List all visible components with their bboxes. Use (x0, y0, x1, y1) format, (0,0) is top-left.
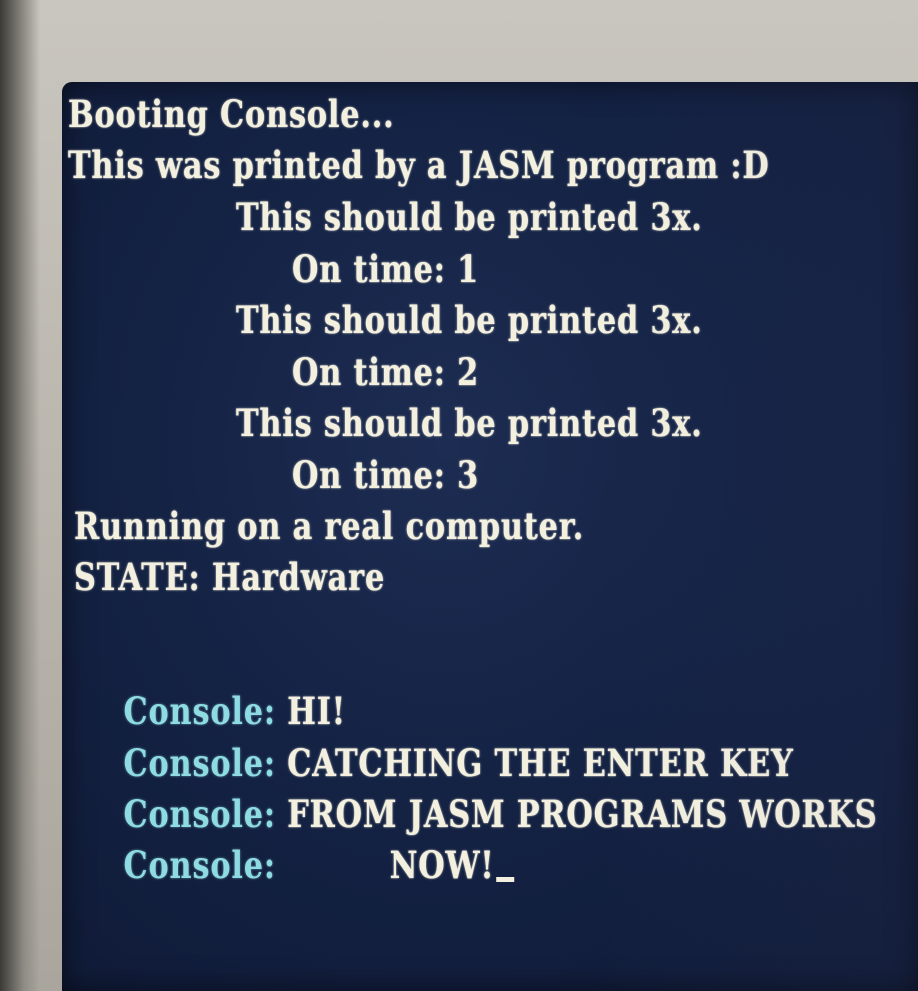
bezel-shadow (0, 0, 40, 991)
console-line-jasm: This was printed by a JASM program :D (68, 143, 770, 187)
console-line-state: STATE: Hardware (74, 555, 386, 599)
console-line-repeat: This should be printed 3x. (236, 298, 703, 342)
console-prefix: Console: (123, 843, 276, 887)
console-line-real-computer: Running on a real computer. (74, 504, 585, 548)
text-cursor[interactable] (496, 877, 515, 882)
console-line-boot: Booting Console... (68, 92, 395, 136)
console-line-counter: On time: 2 (292, 350, 480, 394)
crt-screen: Booting Console... This was printed by a… (62, 82, 918, 991)
console-line-repeat: This should be printed 3x. (236, 401, 703, 445)
console-line-counter: On time: 1 (292, 247, 480, 291)
console-line-counter: On time: 3 (292, 453, 480, 497)
console-message-line: Console: NOW! (78, 805, 515, 925)
console-line-repeat: This should be printed 3x. (236, 195, 703, 239)
console-message: NOW! (389, 843, 495, 887)
